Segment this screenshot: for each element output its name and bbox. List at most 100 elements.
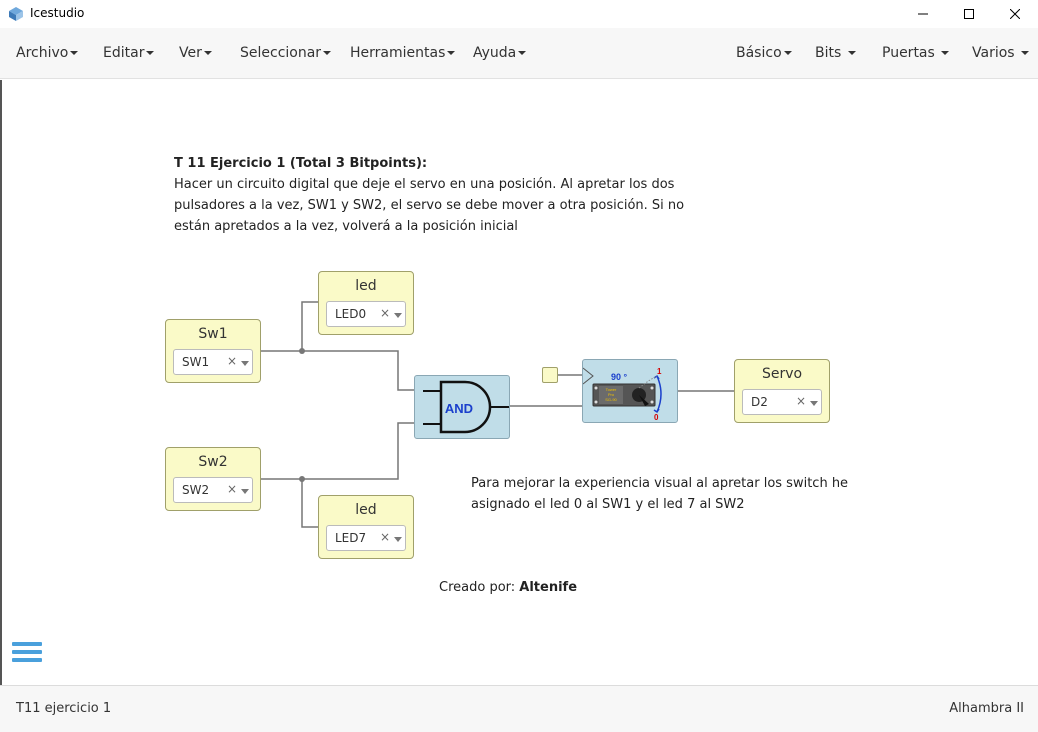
- hamburger-menu-icon[interactable]: [12, 642, 42, 672]
- input-block-sw2[interactable]: Sw2 SW2 ×: [165, 447, 261, 511]
- menu-archivo[interactable]: Archivo: [16, 45, 79, 61]
- caret-down-icon: [847, 51, 856, 55]
- caret-down-icon: [70, 51, 79, 55]
- minimize-icon: [918, 13, 928, 15]
- author-credit: Creado por: Altenife: [439, 577, 577, 598]
- menu-basico[interactable]: Básico: [736, 45, 792, 61]
- and-gate-block[interactable]: AND: [414, 375, 510, 439]
- wire-junction: [299, 348, 305, 354]
- wire-sw2-and[interactable]: [302, 422, 416, 480]
- exercise-title: T 11 Ejercicio 1 (Total 3 Bitpoints):: [174, 156, 428, 171]
- credit-author: Altenife: [519, 580, 578, 595]
- clear-icon[interactable]: ×: [380, 530, 390, 544]
- visual-note: Para mejorar la experiencia visual al ap…: [471, 473, 848, 515]
- pin-select[interactable]: LED0 ×: [326, 301, 406, 327]
- menu-puertas[interactable]: Puertas: [882, 45, 950, 61]
- hamburger-bar: [12, 658, 42, 662]
- caret-down-icon: [518, 51, 527, 55]
- and-gate-label: AND: [445, 401, 473, 416]
- block-label: led: [355, 278, 377, 294]
- pin-value: SW1: [182, 355, 210, 369]
- menu-label: Varios: [972, 45, 1015, 61]
- pin-value: SW2: [182, 483, 210, 497]
- caret-down-icon: [146, 51, 155, 55]
- minimize-button[interactable]: [900, 0, 946, 28]
- caret-down-icon: [941, 51, 950, 55]
- menu-varios[interactable]: Varios: [972, 45, 1030, 61]
- clear-icon[interactable]: ×: [380, 306, 390, 320]
- pin-select[interactable]: SW1 ×: [173, 349, 253, 375]
- exercise-line: pulsadores a la vez, SW1 y SW2, el servo…: [174, 198, 685, 213]
- menu-label: Básico: [736, 45, 782, 61]
- menu-label: Bits: [815, 45, 842, 61]
- servo-icon: 90 ° Tower Pro SG-90 1 0: [582, 367, 662, 422]
- pin-select[interactable]: D2 ×: [742, 389, 822, 415]
- caret-down-icon: [323, 51, 332, 55]
- menu-label: Herramientas: [350, 45, 446, 61]
- dropdown-caret-icon[interactable]: [394, 313, 402, 318]
- close-icon: [1010, 9, 1020, 19]
- title-bar: Icestudio: [0, 0, 1038, 28]
- board-selector[interactable]: Alhambra II: [949, 701, 1024, 716]
- clear-icon[interactable]: ×: [227, 354, 237, 368]
- note-line: Para mejorar la experiencia visual al ap…: [471, 476, 849, 491]
- maximize-icon: [964, 9, 974, 19]
- menu-bar: Archivo Editar Ver Seleccionar Herramien…: [0, 28, 1038, 79]
- servo-position-high: 1: [657, 367, 662, 376]
- servo-position-low: 0: [654, 413, 659, 422]
- exercise-description: T 11 Ejercicio 1 (Total 3 Bitpoints): Ha…: [174, 153, 684, 237]
- exercise-line: están apretados a la vez, volverá a la p…: [174, 219, 518, 234]
- constant-input-block[interactable]: [542, 367, 558, 383]
- pin-value: LED0: [335, 307, 367, 321]
- menu-editar[interactable]: Editar: [103, 45, 155, 61]
- hamburger-bar: [12, 642, 42, 646]
- project-name: T11 ejercicio 1: [16, 701, 112, 716]
- wire-junction: [299, 476, 305, 482]
- dropdown-caret-icon[interactable]: [241, 489, 249, 494]
- caret-down-icon: [203, 51, 212, 55]
- clear-icon[interactable]: ×: [227, 482, 237, 496]
- menu-ver[interactable]: Ver: [179, 45, 212, 61]
- pin-value: LED7: [335, 531, 367, 545]
- output-block-led7[interactable]: led LED7 ×: [318, 495, 414, 559]
- menu-label: Ayuda: [473, 45, 517, 61]
- pin-value: D2: [751, 395, 768, 409]
- menu-seleccionar[interactable]: Seleccionar: [240, 45, 332, 61]
- caret-down-icon: [1021, 51, 1030, 55]
- menu-ayuda[interactable]: Ayuda: [473, 45, 527, 61]
- window-title: Icestudio: [30, 6, 85, 20]
- wire-sw1-and[interactable]: [302, 350, 416, 391]
- block-label: Sw1: [198, 326, 228, 342]
- exercise-line: Hacer un circuito digital que deje el se…: [174, 177, 675, 192]
- status-bar: T11 ejercicio 1 Alhambra II: [0, 685, 1038, 732]
- menu-herramientas[interactable]: Herramientas: [350, 45, 456, 61]
- block-label: Servo: [761, 366, 803, 382]
- caret-down-icon: [447, 51, 456, 55]
- pin-select[interactable]: SW2 ×: [173, 477, 253, 503]
- menu-label: Seleccionar: [240, 45, 322, 61]
- output-block-led0[interactable]: led LED0 ×: [318, 271, 414, 335]
- hamburger-bar: [12, 650, 42, 654]
- dropdown-caret-icon[interactable]: [241, 361, 249, 366]
- servo-block[interactable]: 90 ° Tower Pro SG-90 1 0: [582, 359, 678, 423]
- input-block-sw1[interactable]: Sw1 SW1 ×: [165, 319, 261, 383]
- pin-select[interactable]: LED7 ×: [326, 525, 406, 551]
- menu-label: Ver: [179, 45, 202, 61]
- close-button[interactable]: [992, 0, 1038, 28]
- menu-label: Archivo: [16, 45, 69, 61]
- block-label: led: [355, 502, 377, 518]
- note-line: asignado el led 0 al SW1 y el led 7 al S…: [471, 497, 745, 512]
- dropdown-caret-icon[interactable]: [394, 537, 402, 542]
- menu-bits[interactable]: Bits: [815, 45, 856, 61]
- servo-model-text: SG-90: [605, 397, 617, 402]
- menu-label: Puertas: [882, 45, 935, 61]
- icestudio-logo-icon: [9, 7, 23, 21]
- menu-label: Editar: [103, 45, 145, 61]
- clear-icon[interactable]: ×: [796, 394, 806, 408]
- servo-angle-label: 90 °: [611, 372, 628, 382]
- dropdown-caret-icon[interactable]: [810, 401, 818, 406]
- caret-down-icon: [783, 51, 792, 55]
- maximize-button[interactable]: [946, 0, 992, 28]
- circuit-canvas[interactable]: T 11 Ejercicio 1 (Total 3 Bitpoints): Ha…: [0, 80, 1038, 685]
- output-block-servo[interactable]: Servo D2 ×: [734, 359, 830, 423]
